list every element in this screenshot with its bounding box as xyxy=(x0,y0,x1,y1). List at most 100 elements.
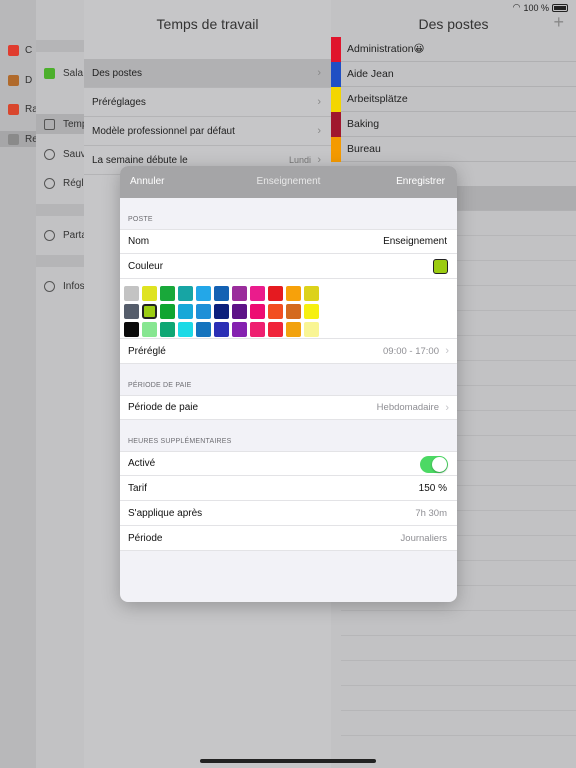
palette-color-swatch[interactable] xyxy=(160,304,175,319)
palette-color-swatch[interactable] xyxy=(196,304,211,319)
palette-color-swatch[interactable] xyxy=(160,322,175,337)
palette-color-swatch[interactable] xyxy=(196,322,211,337)
palette-color-swatch[interactable] xyxy=(304,322,319,337)
settings-item-salary[interactable]: Sala xyxy=(44,63,83,83)
position-row[interactable]: Bureau xyxy=(331,136,576,162)
palette-color-swatch[interactable] xyxy=(196,286,211,301)
heart-icon xyxy=(44,67,55,79)
chevron-right-icon: › xyxy=(317,67,321,79)
pay-period-value: Hebdomadaire xyxy=(376,402,439,413)
add-position-button[interactable]: + xyxy=(553,12,564,33)
palette-color-swatch[interactable] xyxy=(286,304,301,319)
palette-color-swatch[interactable] xyxy=(250,286,265,301)
palette-color-swatch[interactable] xyxy=(268,322,283,337)
calendar-icon xyxy=(8,44,19,56)
section-label-paie: PÉRIODE DE PAIE xyxy=(128,382,192,389)
home-indicator xyxy=(200,759,376,763)
palette-color-swatch[interactable] xyxy=(124,322,139,337)
settings-item-info[interactable]: Infos xyxy=(44,276,85,296)
settings-item-share[interactable]: Parta xyxy=(44,225,87,245)
settings-item-backup[interactable]: Sauv xyxy=(44,144,86,164)
palette-color-swatch[interactable] xyxy=(304,304,319,319)
cloud-icon xyxy=(44,148,55,160)
palette-color-swatch[interactable] xyxy=(160,286,175,301)
pay-period-row[interactable]: Période de paie Hebdomadaire › xyxy=(120,395,457,420)
color-palette xyxy=(120,279,457,339)
palette-color-swatch[interactable] xyxy=(286,286,301,301)
overtime-active-row: Activé xyxy=(120,451,457,476)
root-item-4[interactable]: Re xyxy=(0,131,40,147)
palette-color-swatch[interactable] xyxy=(142,304,157,319)
palette-color-swatch[interactable] xyxy=(286,322,301,337)
position-row[interactable]: Administration😀 xyxy=(331,36,576,62)
preset-row[interactable]: Préréglé 09:00 - 17:00 › xyxy=(120,339,457,364)
status-bar: ◠ 100 % xyxy=(0,0,576,14)
palette-color-swatch[interactable] xyxy=(178,322,193,337)
calendar-icon xyxy=(44,118,55,130)
applies-after-label: S'applique après xyxy=(128,507,203,519)
palette-color-swatch[interactable] xyxy=(124,304,139,319)
palette-color-swatch[interactable] xyxy=(142,286,157,301)
period-label: Période xyxy=(128,532,163,544)
worktime-title: Temps de travail xyxy=(156,16,259,32)
palette-color-swatch[interactable] xyxy=(142,322,157,337)
section-label-poste: POSTE xyxy=(128,216,153,223)
color-row[interactable]: Couleur xyxy=(120,254,457,279)
overtime-active-label: Activé xyxy=(128,458,156,469)
applies-after-value[interactable]: 7h 30m xyxy=(415,508,447,519)
palette-color-swatch[interactable] xyxy=(232,322,247,337)
chevron-right-icon: › xyxy=(317,154,321,166)
gear-icon xyxy=(8,133,19,145)
rate-label: Tarif xyxy=(128,482,147,494)
wifi-icon: ◠ xyxy=(512,2,521,12)
name-field[interactable]: Enseignement xyxy=(383,236,447,247)
applies-after-row[interactable]: S'applique après 7h 30m xyxy=(120,501,457,526)
palette-color-swatch[interactable] xyxy=(304,286,319,301)
rate-row[interactable]: Tarif 150 % xyxy=(120,476,457,501)
palette-color-swatch[interactable] xyxy=(178,286,193,301)
position-color-swatch xyxy=(331,36,341,62)
period-value[interactable]: Journaliers xyxy=(401,533,447,544)
settings-item-settings[interactable]: Régl xyxy=(44,173,84,193)
preset-value: 09:00 - 17:00 xyxy=(383,345,439,357)
palette-color-swatch[interactable] xyxy=(214,304,229,319)
battery-level: 100 % xyxy=(523,2,549,13)
positions-title: Des postes xyxy=(418,16,489,32)
bar-chart-icon xyxy=(8,103,19,115)
rate-value[interactable]: 150 % xyxy=(419,483,447,494)
row-des-postes[interactable]: Des postes › xyxy=(84,59,331,88)
position-row[interactable]: Aide Jean xyxy=(331,61,576,87)
color-preview-swatch xyxy=(433,259,448,274)
palette-color-swatch[interactable] xyxy=(250,322,265,337)
name-row[interactable]: Nom Enseignement xyxy=(120,229,457,254)
palette-row xyxy=(124,304,457,319)
palette-color-swatch[interactable] xyxy=(178,304,193,319)
root-sidebar: C D Ra Re xyxy=(0,0,40,768)
save-button[interactable]: Enregistrer xyxy=(396,176,445,187)
battery-icon xyxy=(552,3,568,12)
position-color-swatch xyxy=(331,61,341,87)
modal-header: Annuler Enseignement Enregistrer xyxy=(120,166,457,198)
share-icon xyxy=(44,229,55,241)
palette-color-swatch[interactable] xyxy=(250,304,265,319)
palette-color-swatch[interactable] xyxy=(232,304,247,319)
row-default-template[interactable]: Modèle professionnel par défaut › xyxy=(84,117,331,146)
edit-position-modal: Annuler Enseignement Enregistrer POSTE N… xyxy=(120,166,457,602)
chevron-right-icon: › xyxy=(445,345,449,357)
palette-color-swatch[interactable] xyxy=(214,322,229,337)
chevron-right-icon: › xyxy=(317,96,321,108)
period-row[interactable]: Période Journaliers xyxy=(120,526,457,551)
chevron-right-icon: › xyxy=(317,125,321,137)
position-row[interactable]: Baking xyxy=(331,111,576,137)
row-preglages[interactable]: Préréglages › xyxy=(84,88,331,117)
preset-label: Préréglé xyxy=(128,345,166,357)
position-row[interactable]: Arbeitsplätze xyxy=(331,86,576,112)
overtime-toggle[interactable] xyxy=(420,456,448,473)
palette-color-swatch[interactable] xyxy=(268,286,283,301)
palette-color-swatch[interactable] xyxy=(268,304,283,319)
palette-color-swatch[interactable] xyxy=(214,286,229,301)
palette-color-swatch[interactable] xyxy=(232,286,247,301)
position-color-swatch xyxy=(331,136,341,162)
palette-color-swatch[interactable] xyxy=(124,286,139,301)
palette-row xyxy=(124,286,457,301)
